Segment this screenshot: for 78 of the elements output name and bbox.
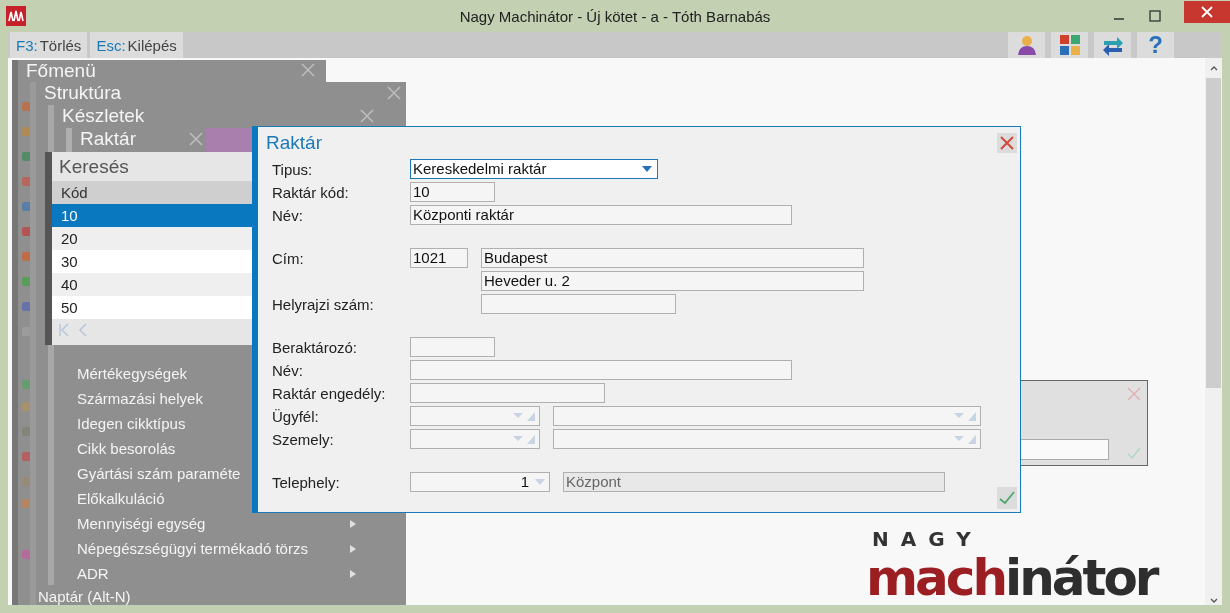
close-icon	[1000, 136, 1014, 150]
combo-field[interactable]	[553, 406, 981, 426]
menu-title: Raktár	[80, 128, 136, 150]
field-label: Raktár kód:	[272, 183, 349, 201]
shortcut-button[interactable]: Esc:Kilépés	[90, 32, 183, 58]
caret-icon	[513, 410, 537, 422]
field-label: Raktár engedély:	[272, 384, 386, 402]
close-icon[interactable]	[387, 86, 401, 100]
field-label: Beraktározó:	[272, 338, 358, 356]
input-field[interactable]	[410, 360, 792, 380]
user-icon	[1015, 34, 1038, 56]
dropdown-field[interactable]: Kereskedelmi raktár	[410, 159, 658, 179]
logo-wordmark: machinátor	[866, 550, 1157, 605]
field-label: Tipus:	[272, 160, 313, 178]
menu-title: Főmenü	[26, 60, 96, 82]
field-label: Cím:	[272, 249, 304, 267]
tiles-button[interactable]	[1051, 32, 1088, 58]
zip-field[interactable]: 1021	[410, 248, 468, 268]
maximize-icon[interactable]	[1148, 9, 1162, 23]
input-field[interactable]	[481, 294, 676, 314]
panel-title: Keresés	[58, 155, 130, 179]
caret-icon	[954, 433, 978, 445]
check-icon[interactable]	[1127, 446, 1141, 460]
scroll-up-icon[interactable]	[1208, 64, 1219, 72]
site-name-field: Központ	[563, 472, 945, 492]
input-field[interactable]: 10	[410, 182, 495, 202]
list-row[interactable]: 20	[52, 227, 255, 250]
site-combo-field[interactable]: 1	[410, 472, 550, 492]
close-icon[interactable]	[301, 63, 315, 77]
close-icon[interactable]	[1127, 387, 1141, 401]
field-label: Szemely:	[272, 430, 334, 448]
street-field[interactable]: Heveder u. 2	[481, 271, 864, 291]
scroll-down-icon[interactable]	[1208, 597, 1219, 605]
close-button[interactable]	[997, 133, 1017, 153]
input-field[interactable]	[410, 337, 495, 357]
input-field[interactable]: Központi raktár	[410, 205, 792, 225]
list-row[interactable]: 50	[52, 296, 255, 319]
dialog-title: Raktár	[266, 132, 322, 154]
city-field[interactable]: Budapest	[481, 248, 864, 268]
menu-title: Struktúra	[44, 82, 122, 104]
tiles-icon	[1058, 34, 1081, 56]
list-row[interactable]: 10	[52, 204, 255, 227]
window-title: Nagy Machinátor - Új kötet - a - Tóth Barnabás	[458, 7, 772, 25]
caret-icon	[533, 477, 547, 487]
close-button[interactable]	[1184, 1, 1230, 23]
confirm-button[interactable]	[997, 487, 1017, 509]
combo-field[interactable]	[410, 429, 540, 449]
scrollbar[interactable]	[1205, 58, 1222, 605]
submenu-arrow-icon	[350, 519, 356, 528]
field-label: Helyrajzi szám:	[272, 295, 374, 313]
previous-page-icon[interactable]	[78, 323, 88, 337]
submenu-arrow-icon	[350, 544, 356, 553]
input-field[interactable]	[410, 383, 605, 403]
field-label: Ügyfél:	[272, 407, 319, 425]
swap-button[interactable]	[1094, 32, 1131, 58]
field-label: Név:	[272, 361, 303, 379]
column-header: Kód	[52, 181, 255, 204]
submenu-arrow-icon	[350, 569, 356, 578]
close-icon[interactable]	[189, 132, 203, 146]
caret-icon	[640, 164, 654, 174]
field-label: Telephely:	[272, 473, 340, 491]
user-button[interactable]	[1008, 32, 1045, 58]
first-page-icon[interactable]	[58, 323, 70, 337]
caret-icon	[513, 433, 537, 445]
shortcut-button[interactable]: F3:Törlés	[10, 32, 88, 58]
combo-field[interactable]	[410, 406, 540, 426]
caret-icon	[954, 410, 978, 422]
list-row[interactable]: 40	[52, 273, 255, 296]
combo-field[interactable]	[553, 429, 981, 449]
help-button[interactable]: ?	[1137, 32, 1174, 58]
menu-title: Készletek	[62, 105, 145, 127]
close-icon	[1201, 6, 1213, 18]
logo-tagline: NAGY	[872, 528, 984, 550]
close-icon[interactable]	[360, 109, 374, 123]
check-icon	[999, 491, 1015, 505]
list-row[interactable]: 30	[52, 250, 255, 273]
field-label: Név:	[272, 206, 303, 224]
app-logo-icon	[6, 6, 26, 26]
